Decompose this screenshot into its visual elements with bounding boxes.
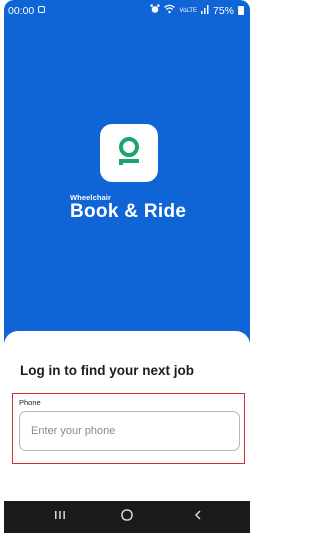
alarm-icon <box>150 4 160 17</box>
volte-indicator: VoLTE <box>179 7 197 14</box>
wifi-icon <box>164 4 176 17</box>
notification-icon <box>38 6 45 13</box>
wheelchair-app-icon <box>100 124 158 182</box>
status-bar: 00:00 VoLTE 75% <box>4 0 250 22</box>
brand-title: Book & Ride <box>70 201 187 222</box>
phone-label: Phone <box>19 398 41 407</box>
recent-apps-icon <box>54 508 66 526</box>
status-time: 00:00 <box>8 5 35 17</box>
battery-icon <box>238 6 244 15</box>
phone-frame: 00:00 VoLTE 75% Wheelchair Book & Ride L… <box>0 0 254 533</box>
brand-logo: Wheelchair Book & Ride <box>70 193 186 223</box>
signal-icon <box>200 4 209 17</box>
status-icons: VoLTE 75% <box>150 4 244 17</box>
battery-percentage: 75% <box>212 4 234 17</box>
system-nav-bar <box>4 501 250 533</box>
login-title: Log in to find your next job <box>20 363 194 378</box>
recent-apps-button[interactable] <box>30 501 90 533</box>
phone-input[interactable] <box>19 411 240 451</box>
back-icon <box>192 508 204 526</box>
back-button[interactable] <box>168 501 228 533</box>
home-button[interactable] <box>97 501 157 533</box>
app-screen: 00:00 VoLTE 75% Wheelchair Book & Ride L… <box>4 0 250 533</box>
home-icon <box>120 508 134 527</box>
